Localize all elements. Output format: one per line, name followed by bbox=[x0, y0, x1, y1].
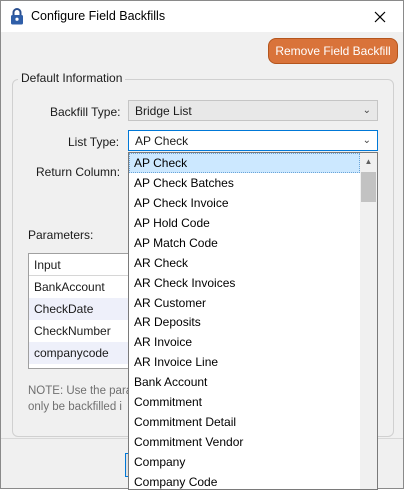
list-type-dropdown[interactable]: AP Check AP Check Batches AP Check Invoi… bbox=[128, 152, 378, 490]
dropdown-item[interactable]: AR Check bbox=[129, 253, 360, 273]
dropdown-item[interactable]: AR Deposits bbox=[129, 313, 360, 333]
configure-field-backfills-dialog: Configure Field Backfills Remove Field B… bbox=[0, 0, 404, 490]
dropdown-item[interactable]: AP Check bbox=[129, 153, 360, 173]
title-bar: Configure Field Backfills bbox=[1, 1, 403, 32]
table-row[interactable]: CheckDate bbox=[29, 298, 137, 320]
chevron-down-icon: ⌄ bbox=[362, 105, 371, 116]
chevron-down-icon: ⌄ bbox=[362, 135, 371, 146]
dropdown-item[interactable]: Bank Account bbox=[129, 372, 360, 392]
dropdown-item[interactable]: AR Customer bbox=[129, 293, 360, 313]
lock-icon bbox=[11, 8, 23, 25]
backfill-type-label: Backfill Type: bbox=[50, 105, 121, 119]
dropdown-item[interactable]: AR Invoice Line bbox=[129, 352, 360, 372]
remove-field-backfill-button[interactable]: Remove Field Backfill bbox=[268, 38, 398, 64]
backfill-type-select[interactable]: Bridge List ⌄ bbox=[128, 100, 378, 121]
note-text: NOTE: Use the para only be backfilled i bbox=[28, 383, 138, 415]
dropdown-item[interactable]: AP Check Batches bbox=[129, 173, 360, 193]
scroll-up-icon[interactable]: ▲ bbox=[360, 153, 377, 170]
grid-header-input: Input bbox=[29, 254, 137, 276]
parameters-label: Parameters: bbox=[28, 228, 94, 242]
close-icon bbox=[374, 11, 386, 22]
table-row[interactable]: BankAccount bbox=[29, 276, 137, 298]
list-type-select[interactable]: AP Check ⌄ bbox=[128, 130, 378, 151]
scrollbar-thumb[interactable] bbox=[361, 172, 376, 202]
dropdown-item[interactable]: AR Invoice bbox=[129, 332, 360, 352]
parameters-grid[interactable]: Input BankAccount CheckDate CheckNumber … bbox=[28, 253, 138, 369]
backfill-type-value: Bridge List bbox=[135, 103, 192, 118]
dropdown-item[interactable]: Commitment Vendor bbox=[129, 432, 360, 452]
dropdown-item[interactable]: Company Code bbox=[129, 472, 360, 489]
dropdown-scrollbar[interactable]: ▲ bbox=[360, 153, 377, 489]
dropdown-item[interactable]: Company bbox=[129, 452, 360, 472]
group-legend: Default Information bbox=[18, 71, 126, 85]
dropdown-list: AP Check AP Check Batches AP Check Invoi… bbox=[129, 153, 360, 489]
dropdown-item[interactable]: Commitment Detail bbox=[129, 412, 360, 432]
table-row[interactable]: companycode bbox=[29, 342, 137, 364]
close-button[interactable] bbox=[357, 1, 403, 32]
dropdown-item[interactable]: AR Check Invoices bbox=[129, 273, 360, 293]
dropdown-item[interactable]: AP Match Code bbox=[129, 233, 360, 253]
dropdown-item[interactable]: Commitment bbox=[129, 392, 360, 412]
table-row[interactable]: CheckNumber bbox=[29, 320, 137, 342]
note-line-1: NOTE: Use the para bbox=[28, 385, 133, 397]
dropdown-item[interactable]: AP Hold Code bbox=[129, 213, 360, 233]
note-line-2: only be backfilled i bbox=[28, 401, 122, 413]
dropdown-item[interactable]: AP Check Invoice bbox=[129, 193, 360, 213]
list-type-value: AP Check bbox=[135, 133, 189, 148]
list-type-label: List Type: bbox=[68, 135, 120, 149]
return-column-label: Return Column: bbox=[36, 165, 121, 179]
window-title: Configure Field Backfills bbox=[31, 9, 166, 23]
